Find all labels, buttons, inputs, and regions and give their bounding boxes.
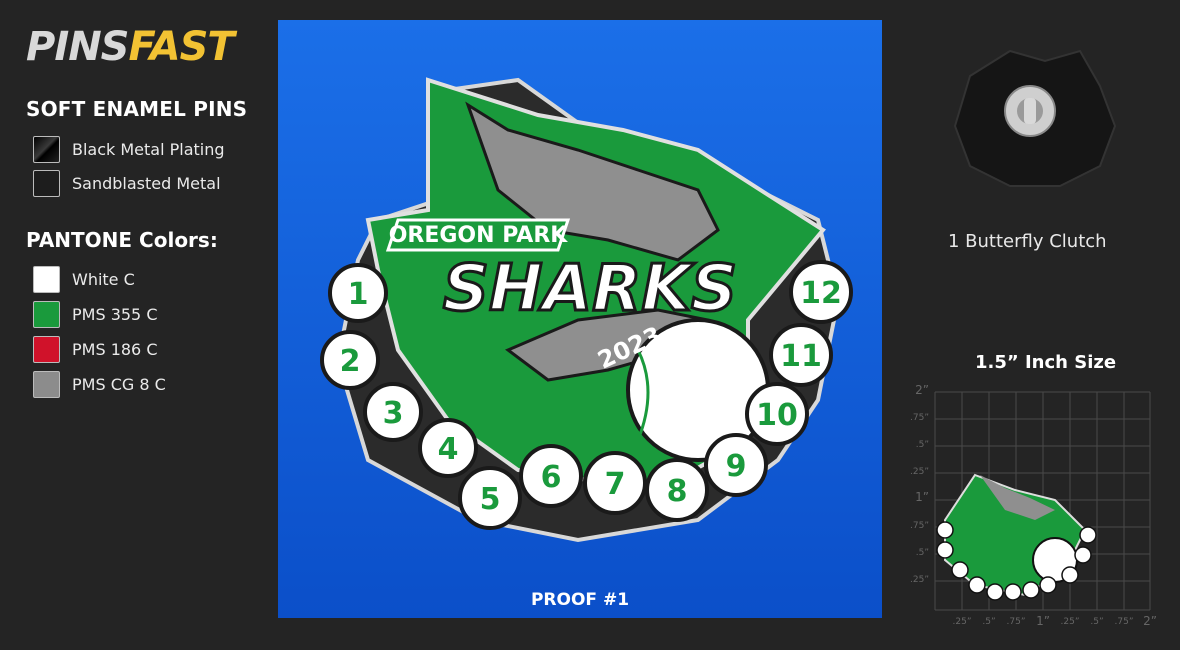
number-ball: 5 (458, 466, 522, 530)
ruler-y-label: .5” (916, 548, 929, 558)
pinsfast-logo: PINSFAST (26, 24, 235, 70)
clutch-label: 1 Butterfly Clutch (948, 231, 1107, 252)
svg-text:12: 12 (800, 276, 842, 311)
ruler-y-label: 2” (915, 383, 929, 397)
ruler-x-label: .5” (1090, 617, 1103, 627)
svg-text:11: 11 (780, 339, 822, 374)
pantone-label: PMS 186 C (72, 340, 158, 359)
finish-item: Sandblasted Metal (33, 170, 221, 197)
svg-text:10: 10 (756, 398, 798, 433)
pantone-title: PANTONE Colors: (26, 228, 218, 252)
ruler-y-label: .25” (910, 575, 929, 585)
ruler-x-label: .75” (1007, 617, 1026, 627)
pantone-swatch (33, 266, 60, 293)
pantone-swatch (33, 336, 60, 363)
ruler-y-label: .75” (910, 521, 929, 531)
number-ball: 12 (789, 260, 853, 324)
pin-artwork: OREGON PARK SHARKS 2023 1 2 3 4 5 6 7 8 … (320, 77, 853, 543)
pantone-label: White C (72, 270, 135, 289)
number-ball: 2 (320, 330, 380, 390)
product-title: SOFT ENAMEL PINS (26, 97, 248, 121)
ruler-y-label: .5” (916, 440, 929, 450)
ruler-y-label: .75” (910, 413, 929, 423)
number-ball: 1 (328, 263, 388, 323)
number-ball: 11 (769, 323, 833, 387)
svg-text:9: 9 (726, 449, 747, 484)
ruler-x-label: .25” (953, 617, 972, 627)
ruler-y-label: 1” (915, 490, 929, 504)
svg-text:8: 8 (667, 474, 688, 509)
svg-text:6: 6 (541, 460, 562, 495)
ruler-x-label: 2” (1143, 614, 1157, 628)
finish-label: Sandblasted Metal (72, 174, 221, 193)
svg-text:5: 5 (480, 482, 501, 517)
pin-team-main: SHARKS (443, 252, 737, 326)
finish-swatch (33, 170, 60, 197)
svg-text:3: 3 (383, 396, 404, 431)
number-ball: 8 (645, 458, 709, 522)
proof-label: PROOF #1 (530, 590, 630, 610)
ruler-x-label: .75” (1115, 617, 1134, 627)
pantone-label: PMS CG 8 C (72, 375, 166, 394)
pantone-item: PMS 355 C (33, 301, 158, 328)
number-ball: 4 (418, 418, 478, 478)
number-ball: 10 (745, 382, 809, 446)
number-ball: 7 (583, 451, 647, 515)
ruler-x-label: 1” (1036, 614, 1050, 628)
ruler-x-label: .25” (1061, 617, 1080, 627)
number-ball: 9 (704, 433, 768, 497)
pantone-label: PMS 355 C (72, 305, 158, 324)
pin-back-image (953, 49, 1117, 187)
svg-text:7: 7 (605, 467, 626, 502)
svg-text:2: 2 (340, 344, 361, 379)
size-grid: 2” .75” .5” .25” 1” .75” .5” .25” .25” .… (910, 383, 1157, 628)
size-label: 1.5” Inch Size (975, 352, 1117, 373)
pin-team-top: OREGON PARK (389, 223, 569, 248)
ruler-y-label: .25” (910, 467, 929, 477)
pantone-item: PMS CG 8 C (33, 371, 166, 398)
pantone-item: White C (33, 266, 135, 293)
finish-item: Black Metal Plating (33, 136, 225, 163)
svg-text:1: 1 (348, 277, 369, 312)
finish-label: Black Metal Plating (72, 140, 225, 159)
pantone-swatch (33, 371, 60, 398)
pantone-item: PMS 186 C (33, 336, 158, 363)
number-ball: 3 (363, 382, 423, 442)
ruler-x-label: .5” (982, 617, 995, 627)
pantone-swatch (33, 301, 60, 328)
svg-text:4: 4 (438, 432, 459, 467)
proof-panel: OREGON PARK SHARKS 2023 1 2 3 4 5 6 7 8 … (278, 20, 882, 618)
finish-swatch (33, 136, 60, 163)
number-ball: 6 (519, 444, 583, 508)
